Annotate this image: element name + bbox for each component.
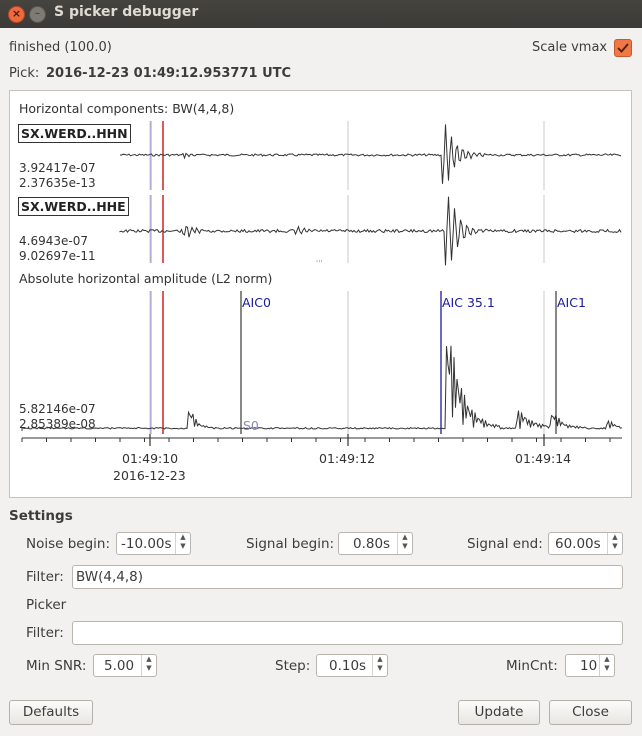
spin-arrows-icon[interactable]: ▲ ▼ (372, 655, 387, 676)
filter-label: Filter: (26, 569, 64, 585)
signal-end-spinbox[interactable]: 60.00s ▲ ▼ (548, 532, 623, 555)
update-button[interactable]: Update (458, 700, 540, 725)
spin-arrows-icon[interactable]: ▲ ▼ (141, 655, 156, 676)
step-label: Step: (275, 658, 311, 674)
filter-input[interactable]: BW(4,4,8) (72, 565, 623, 589)
signal-begin-spinbox[interactable]: 0.80s ▲ ▼ (338, 532, 413, 555)
checkmark-icon (617, 43, 629, 53)
aic0-marker-label: AIC0 (242, 295, 271, 310)
waveform-plot[interactable]: Horizontal components: BW(4,4,8) SX.WERD… (9, 90, 632, 498)
spin-arrows-icon[interactable]: ▲ ▼ (175, 533, 190, 554)
spin-arrows-icon[interactable]: ▲ ▼ (397, 533, 412, 554)
window-title: S picker debugger (54, 4, 199, 20)
channel-label-hhn: SX.WERD..HHN (18, 124, 131, 143)
pick-label: Pick: (9, 66, 40, 81)
aic-main-marker-label: AIC 35.1 (442, 295, 495, 310)
time-tick-label: 01:49:12 (319, 451, 376, 466)
time-tick-label: 01:49:10 (122, 451, 179, 466)
date-label: 2016-12-23 (113, 468, 186, 483)
splitter-handle[interactable]: ''' (316, 259, 323, 268)
amplitude-title: Absolute horizontal amplitude (L2 norm) (19, 271, 273, 286)
time-tick-label: 01:49:14 (515, 451, 572, 466)
signal-end-value: 60.00s (555, 536, 601, 552)
amplitude-trace (21, 345, 623, 431)
mincnt-label: MinCnt: (506, 658, 558, 674)
step-value: 0.10s (329, 658, 367, 674)
mincnt-value: 10 (580, 658, 598, 674)
picker-label: Picker (26, 597, 67, 613)
hhn-trace (119, 124, 622, 184)
title-bar: × – S picker debugger (0, 0, 642, 28)
scale-vmax-checkbox[interactable] (614, 39, 632, 57)
aic1-marker-label: AIC1 (557, 295, 586, 310)
s0-marker-label: S0 (243, 418, 259, 433)
filter-value: BW(4,4,8) (76, 569, 144, 585)
hhe-trace (119, 196, 622, 266)
min-snr-label: Min SNR: (26, 658, 87, 674)
status-text: finished (100.0) (9, 40, 112, 55)
channel-hhe-vmax: 4.6943e-07 (19, 234, 88, 248)
settings-title: Settings (9, 508, 73, 524)
window-close-button[interactable]: × (8, 6, 25, 23)
mincnt-spinbox[interactable]: 10 ▲ ▼ (565, 654, 615, 677)
channel-hhn-vmax: 3.92417e-07 (19, 161, 96, 175)
spin-arrows-icon[interactable]: ▲ ▼ (599, 655, 614, 676)
channel-hhe-vmin: 9.02697e-11 (19, 249, 96, 263)
step-spinbox[interactable]: 0.10s ▲ ▼ (316, 654, 388, 677)
channel-hhn-vmin: 2.37635e-13 (19, 176, 96, 190)
amplitude-vmin: 2.85389e-08 (19, 417, 96, 431)
pick-value: 2016-12-23 01:49:12.953771 UTC (46, 66, 292, 81)
waveform-canvas (21, 121, 623, 446)
amplitude-vmax: 5.82146e-07 (19, 402, 96, 416)
min-snr-value: 5.00 (104, 658, 135, 674)
picker-filter-input[interactable] (72, 621, 623, 645)
spin-arrows-icon[interactable]: ▲ ▼ (607, 533, 622, 554)
horizontal-components-title: Horizontal components: BW(4,4,8) (19, 101, 235, 116)
channel-label-hhe: SX.WERD..HHE (18, 197, 129, 216)
scale-vmax-label: Scale vmax (532, 40, 608, 55)
signal-begin-value: 0.80s (353, 536, 391, 552)
noise-begin-value: -10.00s (121, 536, 172, 552)
noise-begin-label: Noise begin: (26, 536, 111, 552)
window-minimize-button[interactable]: – (29, 6, 46, 23)
picker-filter-label: Filter: (26, 625, 64, 641)
min-snr-spinbox[interactable]: 5.00 ▲ ▼ (93, 654, 157, 677)
signal-end-label: Signal end: (467, 536, 543, 552)
noise-begin-spinbox[interactable]: -10.00s ▲ ▼ (116, 532, 191, 555)
defaults-button[interactable]: Defaults (9, 700, 93, 725)
close-button[interactable]: Close (549, 700, 632, 725)
signal-begin-label: Signal begin: (246, 536, 335, 552)
